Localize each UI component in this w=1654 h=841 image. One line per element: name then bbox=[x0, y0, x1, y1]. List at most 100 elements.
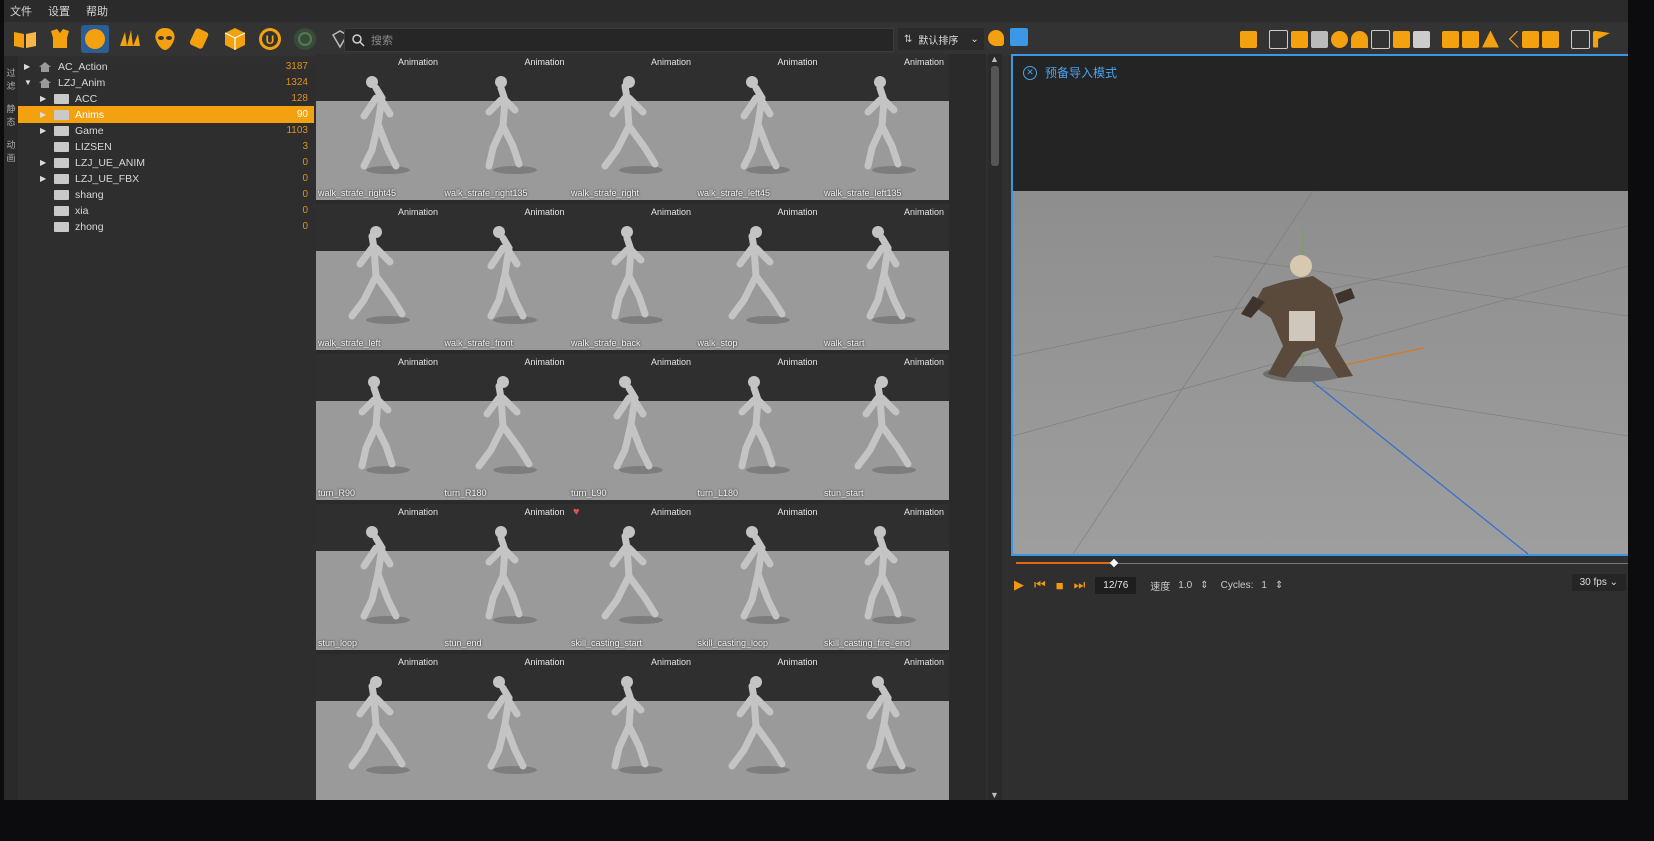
bone-icon[interactable] bbox=[1393, 30, 1410, 48]
folder-icon bbox=[54, 189, 69, 200]
chevron-down-icon[interactable]: ▼ bbox=[24, 78, 34, 87]
tree-item[interactable]: ▶ AC_Action 3187 bbox=[18, 58, 314, 75]
scroll-thumb[interactable] bbox=[991, 66, 999, 166]
step-forward-icon[interactable]: ⏭ bbox=[1074, 577, 1086, 593]
tree-item[interactable]: ▶ LZJ_UE_ANIM 0 bbox=[18, 154, 314, 171]
asset-tile[interactable]: Animation walk_strafe_right135 bbox=[442, 54, 570, 200]
run-icon[interactable] bbox=[1240, 30, 1257, 48]
asset-tile[interactable]: Animation walk_strafe_right45 bbox=[316, 54, 443, 200]
import-mode-indicator[interactable]: ✕ 预备导入模式 bbox=[1023, 64, 1117, 81]
chevron-right-icon[interactable]: ▶ bbox=[40, 94, 50, 103]
asset-tile[interactable]: Animation bbox=[569, 654, 696, 800]
stop-icon[interactable]: ■ bbox=[1056, 578, 1064, 593]
asset-tile[interactable]: Animation walk_strafe_left135 bbox=[822, 54, 949, 200]
tree-item[interactable]: ▼ LZJ_Anim 1324 bbox=[18, 74, 314, 91]
cube-icon[interactable] bbox=[221, 25, 249, 53]
chevron-right-icon[interactable]: ▶ bbox=[40, 174, 50, 183]
preview-viewport[interactable]: ✕ 预备导入模式 bbox=[1011, 54, 1628, 556]
orb-icon[interactable] bbox=[81, 25, 109, 53]
flag-icon[interactable] bbox=[1593, 30, 1610, 48]
cycles-stepper-icon[interactable]: ⇕ bbox=[1275, 580, 1283, 591]
search-box[interactable]: 搜索 bbox=[344, 28, 894, 52]
timeline-knob[interactable] bbox=[1109, 558, 1119, 568]
sort-dropdown[interactable]: ⇅ 默认排序 ⌄ bbox=[898, 28, 984, 50]
half-sphere-icon[interactable] bbox=[1351, 30, 1368, 48]
figure-alt-icon[interactable] bbox=[1542, 30, 1559, 48]
asset-tile[interactable]: Animation turn_L90 bbox=[569, 354, 696, 500]
speed-stepper-icon[interactable]: ⇕ bbox=[1200, 580, 1208, 591]
tree-item[interactable]: LIZSEN 3 bbox=[18, 138, 314, 155]
tree-item[interactable]: shang 0 bbox=[18, 186, 314, 203]
tree-item[interactable]: ▶ Game 1103 bbox=[18, 122, 314, 139]
menu-help[interactable]: 帮助 bbox=[86, 3, 108, 19]
chevron-right-icon[interactable]: ▶ bbox=[40, 158, 50, 167]
tree-item[interactable]: ▶ Anims 90 bbox=[18, 106, 314, 123]
asset-tile[interactable]: Animation walk_strafe_left bbox=[316, 204, 443, 350]
scroll-down-icon[interactable]: ▼ bbox=[990, 790, 999, 800]
timeline-scrubber[interactable] bbox=[1016, 558, 1628, 568]
chevron-right-icon[interactable]: ▶ bbox=[24, 62, 34, 71]
alien-icon[interactable] bbox=[151, 25, 179, 53]
cycles-value[interactable]: 1 bbox=[1261, 580, 1267, 591]
layers-icon[interactable] bbox=[1311, 30, 1328, 48]
armor-icon[interactable] bbox=[46, 25, 74, 53]
sphere-icon[interactable] bbox=[1331, 30, 1348, 48]
asset-tile[interactable]: Animation stun_loop bbox=[316, 504, 443, 650]
scroll-up-icon[interactable]: ▲ bbox=[990, 54, 999, 64]
grid-fill-icon[interactable] bbox=[1291, 30, 1308, 48]
double-left-icon[interactable] bbox=[1508, 30, 1519, 48]
grid-icon[interactable] bbox=[1269, 29, 1288, 49]
asset-tile[interactable]: Animation walk_stop bbox=[695, 204, 823, 350]
unreal-icon[interactable]: U bbox=[256, 25, 284, 53]
asset-tile[interactable]: Animation stun_end bbox=[442, 504, 570, 650]
asset-grid-scrollbar[interactable]: ▲ ▼ bbox=[988, 54, 1002, 800]
step-back-icon[interactable]: ⏮ bbox=[1034, 577, 1046, 593]
book-icon[interactable] bbox=[11, 25, 39, 53]
import-mode-button[interactable] bbox=[1010, 28, 1028, 46]
close-icon[interactable]: ✕ bbox=[1023, 65, 1037, 80]
side-tab-anim[interactable]: 动画 bbox=[4, 138, 18, 164]
bone-alt-icon[interactable] bbox=[1413, 30, 1430, 48]
frame-counter[interactable]: 12/76 bbox=[1095, 576, 1137, 594]
record-icon[interactable] bbox=[291, 25, 319, 53]
asset-tile[interactable]: Animation skill_casting_fire_end bbox=[822, 504, 949, 650]
asset-tile[interactable]: Animation bbox=[695, 654, 823, 800]
figure-icon[interactable] bbox=[1522, 30, 1539, 48]
asset-tile[interactable]: Animation walk_strafe_left45 bbox=[695, 54, 823, 200]
asset-tile[interactable]: Animation skill_casting_start ♥ bbox=[569, 504, 696, 650]
asset-tile[interactable]: Animation walk_start bbox=[822, 204, 949, 350]
asset-tile[interactable]: Animation stun_start bbox=[822, 354, 949, 500]
asset-tile[interactable]: Animation turn_R90 bbox=[316, 354, 443, 500]
fps-dropdown[interactable]: 30 fps ⌄ bbox=[1571, 574, 1626, 591]
menu-file[interactable]: 文件 bbox=[10, 3, 32, 19]
side-tab-filter[interactable]: 过滤 bbox=[4, 66, 18, 92]
chevron-right-icon[interactable]: ▶ bbox=[40, 126, 50, 135]
tree-item[interactable]: xia 0 bbox=[18, 202, 314, 219]
chevron-right-icon[interactable]: ▶ bbox=[40, 110, 50, 119]
asset-tile[interactable]: Animation turn_L180 bbox=[695, 354, 823, 500]
shirt-icon[interactable] bbox=[1462, 30, 1479, 48]
asset-tile[interactable]: Animation bbox=[316, 654, 443, 800]
screenshot-icon[interactable] bbox=[1571, 29, 1590, 49]
warning-icon[interactable] bbox=[1482, 30, 1499, 48]
side-tab-static[interactable]: 静态 bbox=[4, 102, 18, 128]
tree-item[interactable]: zhong 0 bbox=[18, 218, 314, 235]
play-icon[interactable]: ▶ bbox=[1014, 577, 1024, 593]
scroll-icon[interactable] bbox=[186, 25, 214, 53]
tree-item[interactable]: ▶ LZJ_UE_FBX 0 bbox=[18, 170, 314, 187]
speed-value[interactable]: 1.0 bbox=[1178, 580, 1192, 591]
asset-tile[interactable]: Animation skill_casting_loop bbox=[695, 504, 823, 650]
heart-icon[interactable]: ♥ bbox=[573, 506, 580, 518]
asset-tile[interactable]: Animation bbox=[822, 654, 949, 800]
menu-settings[interactable]: 设置 bbox=[48, 3, 70, 19]
asset-tile[interactable]: Animation bbox=[442, 654, 570, 800]
axis-icon[interactable] bbox=[1371, 29, 1390, 49]
asset-tile[interactable]: Animation turn_R180 bbox=[442, 354, 570, 500]
asset-tile[interactable]: Animation walk_strafe_right bbox=[569, 54, 696, 200]
bars-icon[interactable] bbox=[116, 25, 144, 53]
asset-tile[interactable]: Animation walk_strafe_front bbox=[442, 204, 570, 350]
asset-tile[interactable]: Animation walk_strafe_back bbox=[569, 204, 696, 350]
skeleton-icon[interactable] bbox=[1442, 30, 1459, 48]
rocket-icon[interactable] bbox=[988, 30, 1004, 46]
tree-item[interactable]: ▶ ACC 128 bbox=[18, 90, 314, 107]
